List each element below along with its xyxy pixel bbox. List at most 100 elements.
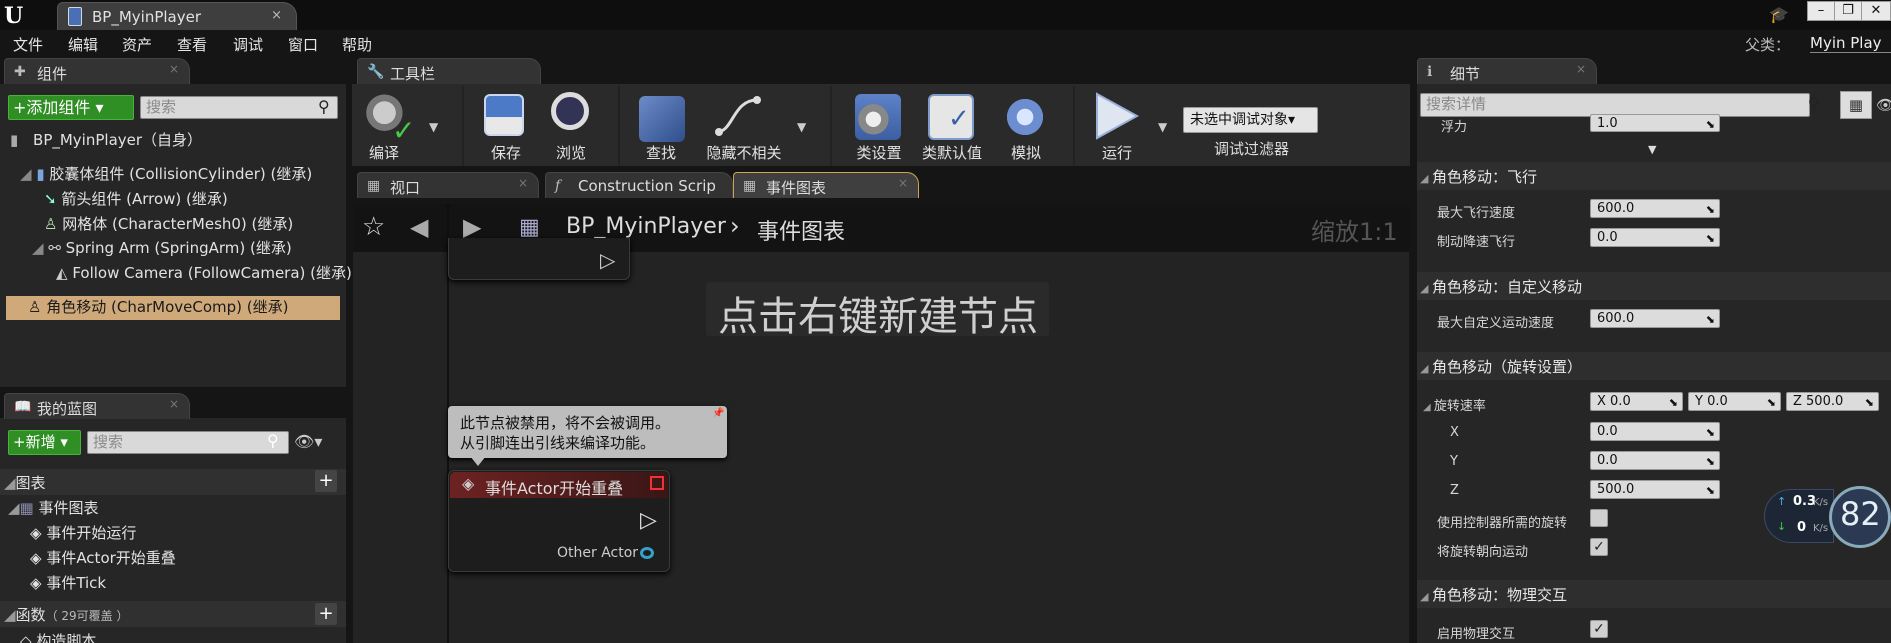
event-item[interactable]: ◈ 事件Tick [30, 572, 106, 593]
add-component-button[interactable]: +添加组件 ▾ [8, 95, 134, 120]
rotation-rate-x-field[interactable]: X 0.0 ⬊ [1590, 392, 1683, 411]
self-root-item[interactable]: ▮ BP_MyinPlayer（自身） [10, 129, 202, 150]
class-settings-button[interactable]: 类设置 [847, 90, 913, 162]
tab-construction-label: Construction Scrip [578, 177, 716, 195]
save-button[interactable]: 保存 [478, 90, 534, 162]
orient-to-movement-checkbox[interactable]: ✓ [1590, 538, 1608, 556]
buoyancy-value: 1.0 [1597, 116, 1618, 131]
class-defaults-button[interactable]: ✓ 类默认值 [920, 90, 986, 162]
tab-event-graph[interactable]: ▦ 事件图表 × [733, 172, 919, 198]
restore-button[interactable]: ❐ [1834, 1, 1862, 21]
use-controller-rotation-checkbox[interactable] [1590, 509, 1608, 527]
output-delegate-pin[interactable] [650, 476, 664, 490]
section-title-text: 角色移动：飞行 [1431, 168, 1537, 186]
close-tab-icon[interactable]: × [898, 176, 908, 190]
braking-fly-field[interactable]: 0.0 ⬊ [1590, 228, 1720, 247]
toolbar-tab[interactable]: 🔧 工具栏 [357, 58, 541, 84]
menu-file[interactable]: 文件 [13, 34, 43, 55]
expand-advanced-icon[interactable]: ▼ [1648, 143, 1656, 156]
spin-arrow-icon: ⬊ [1668, 396, 1678, 409]
tree-item-mesh[interactable]: ♙ 网格体 (CharacterMesh0) (继承) [44, 213, 293, 234]
minimize-button[interactable]: – [1807, 1, 1835, 21]
max-custom-speed-field[interactable]: 600.0 ⬊ [1590, 309, 1720, 328]
tab-construction-script[interactable]: f Construction Scrip [545, 172, 733, 198]
rotation-x-field[interactable]: 0.0 ⬊ [1590, 422, 1720, 441]
breadcrumb-graph[interactable]: 事件图表 [757, 214, 845, 246]
event-item[interactable]: ◈ 事件开始运行 [30, 522, 136, 543]
components-tab[interactable]: ✚ 组件 × [4, 58, 190, 84]
event-item[interactable]: ◈ 事件Actor开始重叠 [30, 547, 176, 568]
exec-pin-icon[interactable]: ▷ [600, 248, 615, 272]
parent-class-link[interactable]: Myin Play [1810, 34, 1882, 52]
exec-pin-icon[interactable]: ▷ [640, 508, 657, 533]
back-arrow-icon[interactable]: ◀ [410, 213, 428, 241]
hide-unrelated-dropdown-icon[interactable]: ▼ [797, 120, 806, 134]
favorite-star-icon[interactable]: ☆ [362, 212, 385, 242]
play-dropdown-icon[interactable]: ▼ [1158, 120, 1167, 134]
graph-icon: ▦ [519, 215, 540, 240]
tree-item-arrow[interactable]: ➘ 箭头组件 (Arrow) (继承) [44, 188, 228, 209]
book-icon: 📖 [14, 399, 32, 415]
max-fly-speed-field[interactable]: 600.0 ⬊ [1590, 199, 1720, 218]
tree-item-label: Follow Camera (FollowCamera) (继承) [72, 264, 352, 282]
document-tab[interactable]: BP_MyinPlayer × [57, 2, 297, 30]
menu-view[interactable]: 查看 [177, 34, 207, 55]
menu-window[interactable]: 窗口 [288, 34, 318, 55]
other-actor-pin[interactable] [640, 547, 654, 559]
my-blueprint-tab[interactable]: 📖 我的蓝图 × [4, 393, 190, 419]
capsule-icon: ▮ [36, 165, 50, 183]
use-controller-rotation-label: 使用控制器所需的旋转 [1437, 516, 1568, 531]
close-tab-icon[interactable]: × [271, 8, 282, 23]
search-icon[interactable]: ⚲ [267, 431, 279, 450]
tree-item-capsule[interactable]: ◢ ▮ 胶囊体组件 (CollisionCylinder) (继承) [20, 163, 312, 184]
close-tab-icon[interactable]: × [169, 397, 179, 411]
rotation-rate-z-field[interactable]: Z 500.0 ⬊ [1786, 392, 1879, 411]
rotation-y-field[interactable]: 0.0 ⬊ [1590, 451, 1720, 470]
construct-script-item[interactable]: ◇ 构造脚本 [20, 630, 96, 643]
rotation-z-field[interactable]: 500.0 ⬊ [1590, 480, 1720, 499]
tab-viewport[interactable]: ▦ 视口 × [357, 172, 539, 198]
other-actor-pin-label: Other Actor [557, 545, 639, 561]
menu-edit[interactable]: 编辑 [68, 34, 98, 55]
menu-asset[interactable]: 资产 [122, 34, 152, 55]
tree-item-charmove[interactable]: ♙ 角色移动 (CharMoveComp) (继承) [6, 296, 340, 320]
find-button[interactable]: 查找 [633, 90, 691, 162]
search-icon[interactable]: ⚲ [318, 97, 330, 116]
hide-unrelated-button[interactable]: 隐藏不相关 [699, 90, 783, 162]
property-matrix-icon[interactable]: ▦ [1840, 91, 1872, 119]
buoyancy-field[interactable]: 1.0 ⬊ [1590, 114, 1720, 132]
simulate-button[interactable]: 模拟 [996, 90, 1056, 162]
play-button[interactable]: 运行 [1085, 90, 1151, 162]
graphs-header[interactable] [0, 469, 346, 495]
graduation-cap-icon[interactable]: 🎓 [1769, 5, 1791, 24]
graph-icon: ▦ [743, 178, 757, 194]
event-diamond-icon: ◈ [30, 524, 47, 542]
close-window-button[interactable]: ✕ [1861, 1, 1891, 21]
add-graph-button[interactable]: + [315, 470, 337, 492]
blueprint-search-input[interactable]: 搜索 [87, 431, 289, 454]
compile-dropdown-icon[interactable]: ▼ [429, 120, 438, 134]
components-search-input[interactable]: 搜索 [140, 96, 338, 119]
debug-object-select[interactable]: 未选中调试对象▾ [1183, 107, 1318, 133]
menu-debug[interactable]: 调试 [233, 34, 263, 55]
new-button[interactable]: +新增 ▾ [8, 430, 81, 455]
browse-button[interactable]: 浏览 [543, 90, 599, 162]
rotation-rate-y-field[interactable]: Y 0.0 ⬊ [1688, 392, 1781, 411]
eye-icon[interactable]: 👁▾ [294, 432, 322, 451]
add-function-button[interactable]: + [315, 603, 337, 625]
event-graph-item[interactable]: ◢▦ 事件图表 [8, 497, 99, 518]
field-value: 0.0 [1597, 453, 1618, 468]
menu-help[interactable]: 帮助 [342, 34, 372, 55]
close-tab-icon[interactable]: × [169, 62, 179, 76]
breadcrumb-blueprint[interactable]: BP_MyinPlayer [566, 214, 726, 239]
details-tab[interactable]: ℹ 细节 × [1417, 58, 1597, 84]
forward-arrow-icon[interactable]: ▶ [463, 213, 481, 241]
tree-item-camera[interactable]: ◭ Follow Camera (FollowCamera) (继承) [56, 262, 352, 283]
tree-item-springarm[interactable]: ◢ ⚯ Spring Arm (SpringArm) (继承) [32, 237, 292, 258]
search-icon[interactable]: ⚲ [1808, 94, 1820, 113]
close-tab-icon[interactable]: × [1576, 62, 1586, 76]
close-tab-icon[interactable]: × [518, 176, 528, 190]
enable-physics-checkbox[interactable]: ✓ [1590, 620, 1608, 638]
parent-class-label: 父类： [1745, 36, 1791, 54]
eye-icon[interactable]: 👁 [1876, 96, 1891, 114]
